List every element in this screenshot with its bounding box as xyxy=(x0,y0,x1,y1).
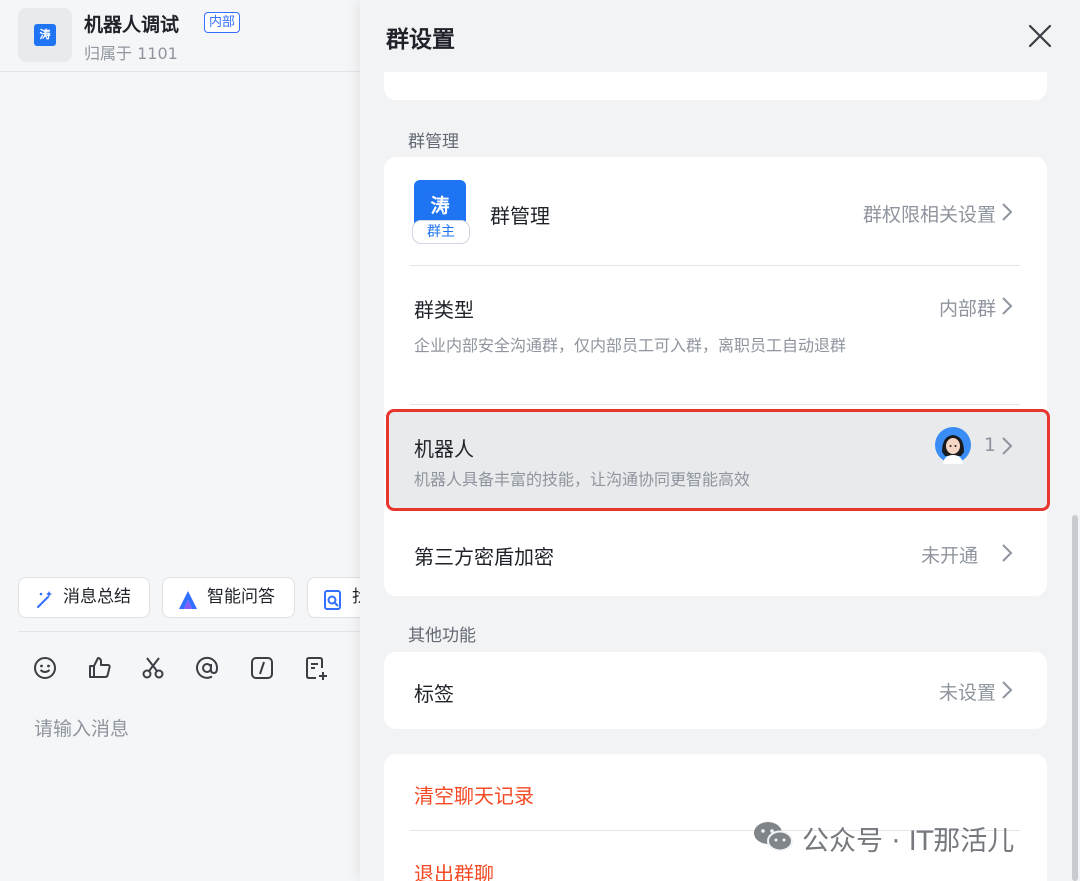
section-label-other: 其他功能 xyxy=(408,626,476,646)
chevron-right-icon xyxy=(1000,295,1014,317)
doc-plus-icon[interactable] xyxy=(302,654,330,682)
group-type-desc: 企业内部安全沟通群，仅内部员工可入群，离职员工自动退群 xyxy=(414,336,847,355)
ai-logo-icon xyxy=(177,587,199,609)
bots-desc: 机器人具备丰富的技能，让沟通协同更智能高效 xyxy=(414,470,751,489)
chevron-right-icon xyxy=(1000,542,1014,564)
scissors-icon[interactable] xyxy=(139,654,167,682)
bot-avatar-icon xyxy=(934,426,972,464)
magic-wand-icon xyxy=(33,587,55,609)
smart-qa-button[interactable]: 智能问答 xyxy=(162,577,295,618)
bots-title: 机器人 xyxy=(414,437,474,461)
quick-action-bar: 消息总结 智能问答 找 xyxy=(18,577,360,618)
chat-avatar-char: 涛 xyxy=(34,24,56,46)
search-doc-label: 找 xyxy=(352,587,360,607)
owner-avatar: 涛 群主 xyxy=(412,180,470,244)
panel-header: 群设置 xyxy=(360,0,1080,72)
internal-badge: 内部 xyxy=(204,12,241,33)
summarize-label: 消息总结 xyxy=(63,587,131,607)
watermark-text: 公众号 · IT那活儿 xyxy=(802,826,1015,857)
encryption-title: 第三方密盾加密 xyxy=(414,545,554,569)
tags-value: 未设置 xyxy=(938,682,996,704)
at-icon[interactable] xyxy=(193,654,221,682)
group-admin-title: 群管理 xyxy=(490,204,550,228)
close-icon[interactable] xyxy=(1026,22,1054,50)
group-settings-panel: 群设置 群管理 涛 群主 群管理 群权限相关设置 群类型 内部群 企业内部安全沟… xyxy=(360,0,1080,881)
bots-count: 1 xyxy=(983,434,996,456)
chat-subtitle: 归属于 1101 xyxy=(84,44,178,63)
group-type-title: 群类型 xyxy=(414,298,474,322)
wechat-logo-icon xyxy=(752,819,794,855)
encryption-value: 未开通 xyxy=(920,545,978,567)
panel-title: 群设置 xyxy=(386,27,455,53)
group-type-value: 内部群 xyxy=(938,298,996,320)
summarize-button[interactable]: 消息总结 xyxy=(18,577,150,618)
section-label-group-manage: 群管理 xyxy=(408,132,459,152)
chevron-right-icon xyxy=(1000,679,1014,701)
clear-history-button[interactable]: 清空聊天记录 xyxy=(414,780,534,809)
owner-tag: 群主 xyxy=(412,220,470,244)
chat-title: 机器人调试 xyxy=(84,14,180,36)
smart-qa-label: 智能问答 xyxy=(207,587,275,607)
chat-header: 涛 机器人调试 内部 归属于 1101 xyxy=(0,0,360,72)
chevron-right-icon xyxy=(1000,201,1014,223)
toolbar-divider xyxy=(18,631,360,632)
message-input[interactable]: 请输入消息 xyxy=(34,714,129,741)
chevron-right-icon xyxy=(1000,435,1014,457)
group-admin-value: 群权限相关设置 xyxy=(862,204,996,226)
row-divider xyxy=(410,404,1020,405)
chat-pane: 涛 机器人调试 内部 归属于 1101 消息总结 智能问答 找 xyxy=(0,0,360,881)
search-doc-button[interactable]: 找 xyxy=(307,577,360,618)
doc-search-icon xyxy=(322,587,344,610)
chat-avatar[interactable]: 涛 xyxy=(18,8,72,62)
emoji-icon[interactable] xyxy=(31,654,59,682)
tags-title: 标签 xyxy=(414,682,454,706)
previous-card xyxy=(384,72,1047,100)
scrollbar[interactable] xyxy=(1072,515,1078,881)
row-divider xyxy=(410,265,1020,266)
slash-command-icon[interactable] xyxy=(248,654,276,682)
thumbs-up-icon[interactable] xyxy=(86,654,114,682)
message-toolbar xyxy=(0,648,360,688)
leave-group-button[interactable]: 退出群聊 xyxy=(414,858,494,881)
